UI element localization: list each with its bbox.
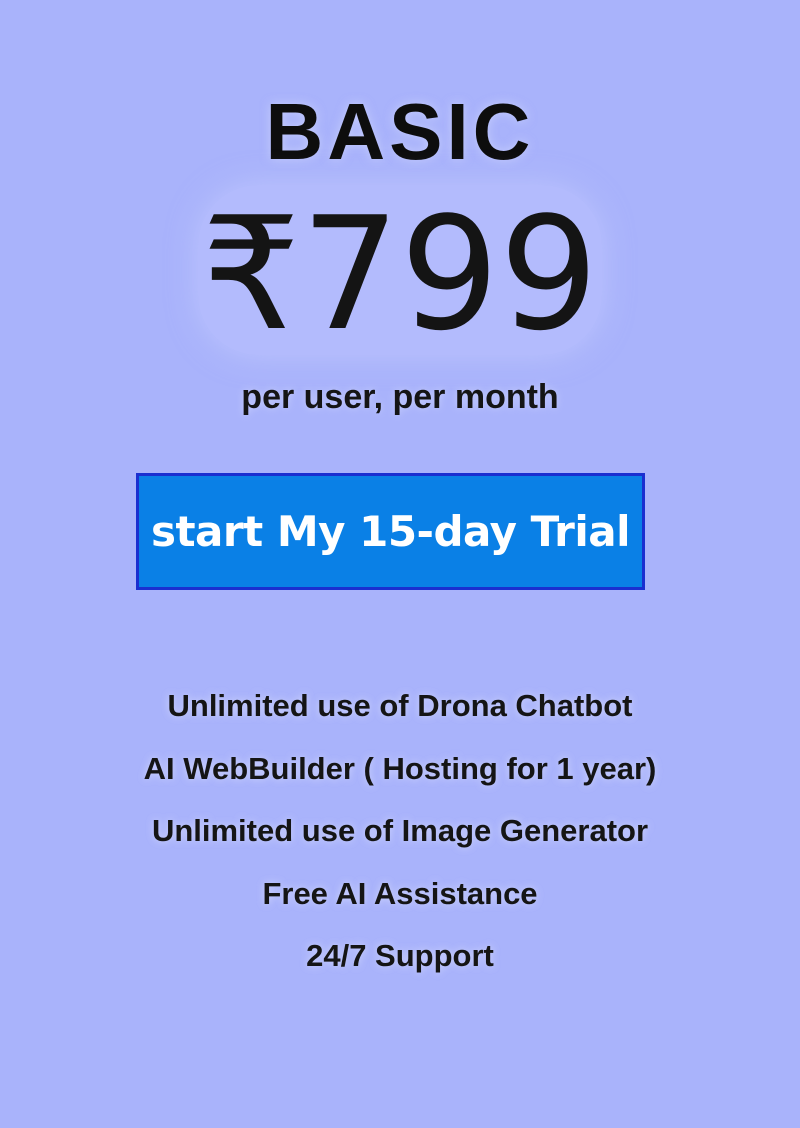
start-trial-button[interactable]: start My 15-day Trial — [136, 473, 645, 590]
pricing-card: BASIC ₹799 per user, per month start My … — [0, 0, 800, 1128]
plan-price: ₹799 — [201, 183, 599, 365]
feature-item: AI WebBuilder ( Hosting for 1 year) — [143, 750, 657, 786]
feature-item: Unlimited use of Image Generator — [151, 813, 649, 848]
plan-name: BASIC — [265, 87, 535, 176]
feature-list: Unlimited use of Drona Chatbot AI WebBui… — [0, 690, 800, 1003]
price-unit-label: per user, per month — [241, 378, 559, 416]
feature-item: Unlimited use of Drona Chatbot — [167, 688, 633, 723]
feature-item: 24/7 Support — [306, 938, 494, 973]
feature-item: Free AI Assistance — [262, 875, 538, 911]
